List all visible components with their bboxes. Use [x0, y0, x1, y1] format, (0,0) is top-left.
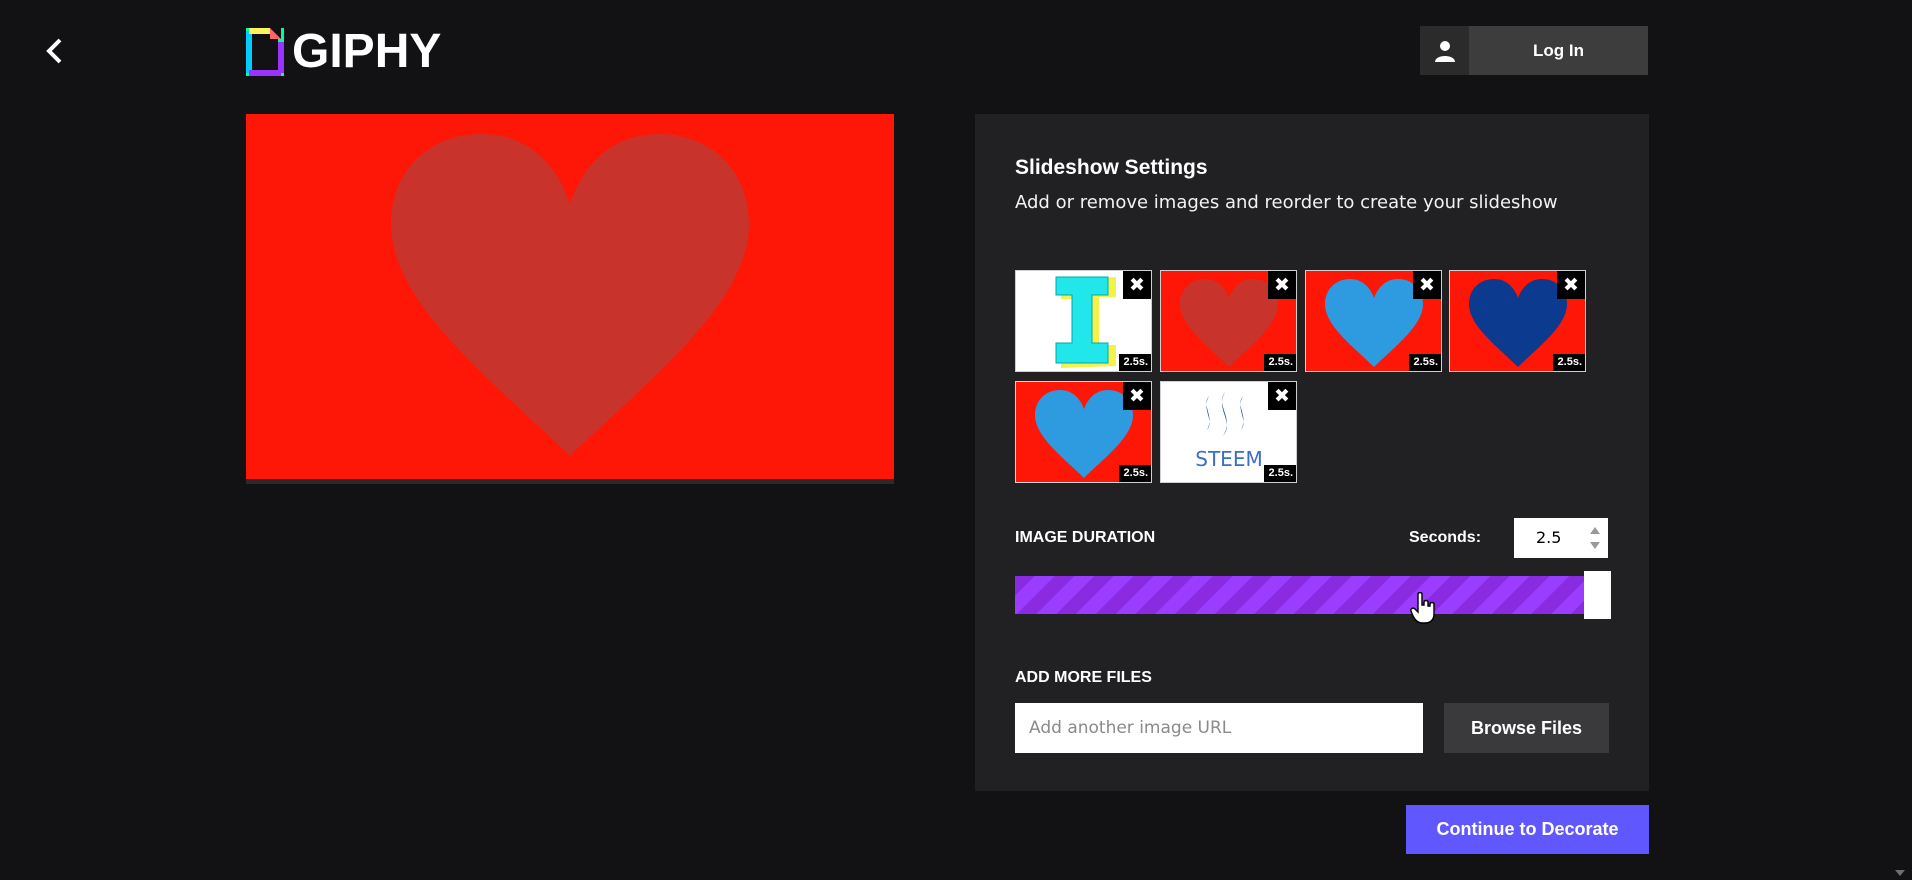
remove-image-button[interactable]: ✖	[1413, 271, 1441, 299]
thumbnail-3[interactable]: ✖ 2.5s.	[1305, 270, 1442, 372]
remove-image-button[interactable]: ✖	[1123, 382, 1151, 410]
login-label: Log In	[1533, 40, 1584, 60]
thumbnail-2[interactable]: ✖ 2.5s.	[1160, 270, 1297, 372]
slideshow-preview	[246, 114, 894, 484]
image-url-input[interactable]	[1015, 703, 1423, 753]
thumbnail-4[interactable]: ✖ 2.5s.	[1449, 270, 1586, 372]
thumbnail-5[interactable]: ✖ 2.5s.	[1015, 381, 1152, 483]
remove-image-button[interactable]: ✖	[1557, 271, 1585, 299]
preview-heart-image	[391, 134, 749, 456]
logo-text: GIPHY	[292, 25, 442, 78]
scroll-down-arrow-icon[interactable]	[1894, 868, 1906, 878]
slider-track[interactable]	[1015, 576, 1585, 614]
image-duration-badge: 2.5s.	[1263, 354, 1296, 371]
image-duration-badge: 2.5s.	[1263, 465, 1296, 482]
image-duration-slider[interactable]	[1015, 571, 1611, 619]
panel-title: Slideshow Settings	[1015, 156, 1208, 179]
giphy-logo[interactable]: GIPHY	[246, 28, 441, 76]
image-duration-badge: 2.5s.	[1552, 354, 1585, 371]
seconds-input[interactable]: 2.5	[1514, 518, 1608, 558]
chevron-left-icon	[46, 38, 62, 64]
back-button[interactable]	[38, 34, 72, 68]
thumbnail-1[interactable]: ✖ 2.5s.	[1015, 270, 1152, 372]
steem-logo-text: STEEM	[1195, 447, 1262, 471]
user-icon	[1420, 26, 1469, 75]
image-duration-badge: 2.5s.	[1408, 354, 1441, 371]
login-button[interactable]: Log In	[1420, 26, 1648, 75]
hand-cursor-icon	[1410, 592, 1435, 624]
remove-image-button[interactable]: ✖	[1123, 271, 1151, 299]
spinner-arrows-icon[interactable]	[1588, 523, 1602, 553]
image-duration-badge: 2.5s.	[1118, 465, 1151, 482]
add-more-files-label: ADD MORE FILES	[1015, 669, 1152, 686]
thumbnail-6[interactable]: STEEM ✖ 2.5s.	[1160, 381, 1297, 483]
image-duration-label: IMAGE DURATION	[1015, 529, 1156, 546]
slider-handle[interactable]	[1584, 571, 1611, 619]
image-duration-badge: 2.5s.	[1118, 354, 1151, 371]
slideshow-settings-panel: Slideshow Settings Add or remove images …	[975, 114, 1649, 791]
seconds-label: Seconds:	[1409, 529, 1482, 546]
remove-image-button[interactable]: ✖	[1268, 271, 1296, 299]
continue-to-decorate-button[interactable]: Continue to Decorate	[1406, 805, 1649, 854]
giphy-logo-icon	[246, 28, 284, 76]
panel-subtitle: Add or remove images and reorder to crea…	[1015, 192, 1558, 213]
seconds-value: 2.5	[1536, 528, 1562, 547]
browse-files-button[interactable]: Browse Files	[1444, 703, 1609, 753]
remove-image-button[interactable]: ✖	[1268, 382, 1296, 410]
